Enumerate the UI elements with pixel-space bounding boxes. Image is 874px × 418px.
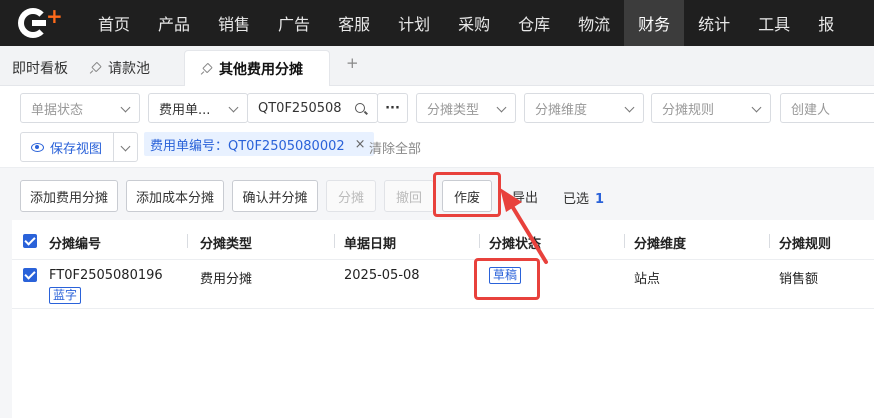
pin-icon (201, 64, 211, 74)
add-tab-button[interactable]: + (346, 54, 359, 72)
tab-label: 即时看板 (12, 61, 68, 77)
row-checkbox[interactable] (23, 268, 37, 282)
alloc-dimension-cell: 站点 (634, 272, 661, 287)
more-icon: ··· (385, 100, 400, 116)
chip-label: 费用单编号：QT0F2505080002 (150, 138, 345, 154)
nav-item-tools[interactable]: 工具 (744, 0, 804, 46)
col-alloc-type: 分摊类型 (200, 237, 253, 252)
col-alloc-dimension: 分摊维度 (634, 237, 687, 252)
col-divider[interactable] (769, 234, 770, 248)
nav-item-stats[interactable]: 统计 (684, 0, 744, 46)
highlight-void-button (433, 172, 501, 217)
highlight-status-badge (474, 258, 540, 300)
col-divider[interactable] (334, 234, 335, 248)
doc-date-cell: 2025-05-08 (344, 268, 420, 283)
table-row[interactable]: FT0F2505080196 蓝字 费用分摊 2025-05-08 草稿 站点 … (12, 260, 874, 309)
doc-status-select[interactable]: 单据状态 (20, 93, 140, 123)
nav-item-ads[interactable]: 广告 (264, 0, 324, 46)
fee-no-search-input[interactable]: QT0F250508 (247, 93, 378, 123)
close-icon[interactable]: × (355, 137, 366, 152)
confirm-alloc-button[interactable]: 确认并分摊 (232, 180, 318, 212)
allocation-table: 分摊编号 分摊类型 单据日期 分摊状态 分摊维度 分摊规则 FT0F250508… (12, 220, 874, 418)
nav-item-sales[interactable]: 销售 (204, 0, 264, 46)
fee-type-select[interactable]: 费用单... (148, 93, 248, 123)
nav-item-home[interactable]: 首页 (84, 0, 144, 46)
more-options-button[interactable]: ··· (377, 93, 408, 123)
select-value: 费用单... (159, 102, 211, 118)
top-nav: + 首页 产品 销售 广告 客服 计划 采购 仓库 物流 财务 统计 工具 报 (0, 0, 874, 46)
button-label: 保存视图 (50, 141, 103, 157)
tab-dashboard[interactable]: 即时看板 (12, 50, 68, 86)
col-divider[interactable] (624, 234, 625, 248)
alloc-type-select[interactable]: 分摊类型 (416, 93, 516, 123)
tab-payment-pool[interactable]: 请款池 (90, 50, 150, 86)
pin-icon (90, 63, 100, 73)
col-alloc-rule: 分摊规则 (779, 237, 832, 252)
chevron-down-icon (624, 102, 635, 113)
nav-item-purchase[interactable]: 采购 (444, 0, 504, 46)
nav-item-finance[interactable]: 财务 (624, 0, 685, 46)
nav-item-logistics[interactable]: 物流 (564, 0, 624, 46)
tab-label: 其他费用分摊 (219, 61, 303, 78)
col-alloc-status: 分摊状态 (489, 237, 542, 252)
app-logo[interactable]: + (0, 0, 84, 46)
save-view-button[interactable]: 保存视图 (20, 132, 114, 162)
alloc-type-cell: 费用分摊 (200, 272, 253, 287)
col-divider[interactable] (187, 234, 188, 248)
filter-chip-fee-no: 费用单编号：QT0F2505080002 × (144, 132, 374, 156)
nav-item-report[interactable]: 报 (804, 0, 848, 46)
table-header: 分摊编号 分摊类型 单据日期 分摊状态 分摊维度 分摊规则 (12, 220, 874, 260)
select-placeholder: 分摊维度 (535, 102, 588, 118)
nav-item-product[interactable]: 产品 (144, 0, 204, 46)
alloc-rule-select[interactable]: 分摊规则 (651, 93, 771, 123)
add-fee-alloc-button[interactable]: 添加费用分摊 (20, 180, 118, 212)
select-placeholder: 分摊规则 (662, 102, 715, 118)
chevron-down-icon (120, 141, 131, 152)
selected-number: 1 (595, 192, 605, 207)
nav-item-service[interactable]: 客服 (324, 0, 384, 46)
col-doc-date: 单据日期 (344, 237, 397, 252)
chevron-down-icon (496, 102, 507, 113)
page-tabs: 即时看板 请款池 其他费用分摊 (0, 46, 874, 86)
select-all-checkbox[interactable] (23, 234, 37, 248)
select-placeholder: 分摊类型 (427, 102, 480, 118)
select-placeholder: 单据状态 (31, 102, 84, 118)
blue-tag-badge: 蓝字 (49, 287, 82, 304)
chevron-down-icon (751, 102, 762, 113)
save-view-dropdown[interactable] (113, 132, 138, 162)
add-cost-alloc-button[interactable]: 添加成本分摊 (126, 180, 224, 212)
nav-item-warehouse[interactable]: 仓库 (504, 0, 564, 46)
alloc-no-link[interactable]: FT0F2505080196 (49, 268, 163, 283)
withdraw-button[interactable]: 撤回 (384, 180, 434, 212)
input-value: QT0F250508 (258, 100, 342, 116)
alloc-dimension-select[interactable]: 分摊维度 (524, 93, 644, 123)
chevron-down-icon (120, 102, 131, 113)
eye-icon (31, 142, 44, 152)
alloc-rule-cell: 销售额 (779, 272, 819, 287)
nav-item-plan[interactable]: 计划 (384, 0, 444, 46)
chevron-down-icon (228, 102, 239, 113)
selected-count: 已选 1 (563, 188, 604, 207)
select-placeholder: 创建人 (791, 102, 831, 118)
creator-select[interactable]: 创建人 (780, 93, 874, 123)
export-button[interactable]: 导出 (500, 180, 550, 212)
col-alloc-no: 分摊编号 (49, 237, 102, 252)
col-divider[interactable] (479, 234, 480, 248)
selected-label: 已选 (563, 192, 590, 207)
alloc-button[interactable]: 分摊 (326, 180, 376, 212)
tab-other-fee-allocation[interactable]: 其他费用分摊 (184, 50, 330, 86)
search-icon[interactable] (355, 103, 365, 113)
clear-all-link[interactable]: 清除全部 (369, 138, 421, 157)
tab-label: 请款池 (108, 61, 150, 77)
